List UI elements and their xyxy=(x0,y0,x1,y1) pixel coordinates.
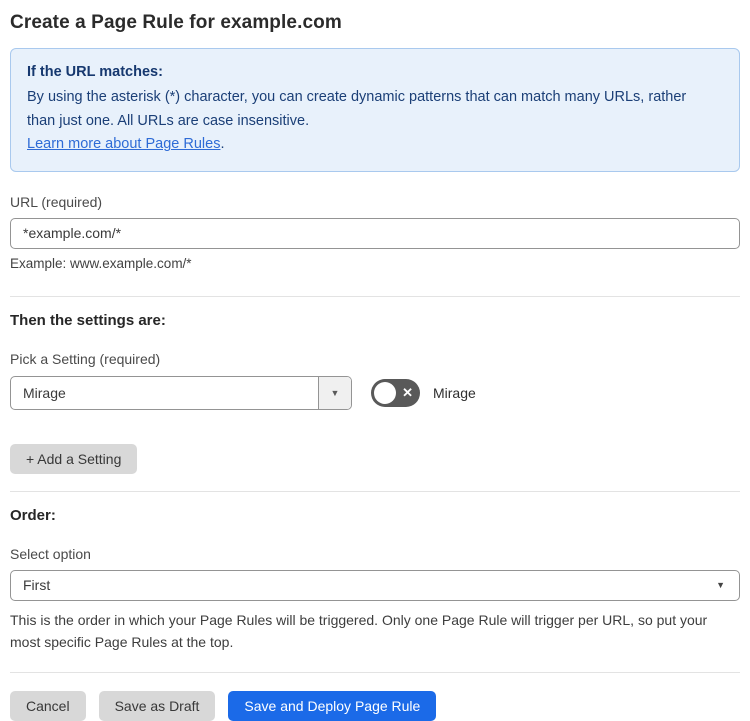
order-select[interactable]: First ▼ xyxy=(10,569,740,601)
chevron-down-icon: ▼ xyxy=(330,387,340,398)
setting-dropdown-arrow-button[interactable]: ▼ xyxy=(318,376,351,409)
order-select-value: First xyxy=(23,577,51,594)
setting-dropdown[interactable]: Mirage ▼ xyxy=(10,375,352,410)
footer-actions: Cancel Save as Draft Save and Deploy Pag… xyxy=(10,690,740,721)
toggle-label: Mirage xyxy=(433,384,476,401)
info-box-heading: If the URL matches: xyxy=(27,64,163,80)
add-setting-button[interactable]: + Add a Setting xyxy=(10,443,138,474)
order-heading: Order: xyxy=(10,506,56,524)
setting-dropdown-value: Mirage xyxy=(23,384,66,401)
page-title: Create a Page Rule for example.com xyxy=(10,12,342,33)
save-and-deploy-button[interactable]: Save and Deploy Page Rule xyxy=(228,690,437,721)
order-help-text: This is the order in which your Page Rul… xyxy=(10,611,708,651)
divider-settings xyxy=(10,295,740,297)
url-example-hint: Example: www.example.com/* xyxy=(10,255,192,271)
url-field-label: URL (required) xyxy=(10,193,103,210)
url-input[interactable] xyxy=(10,217,740,249)
info-box-link-line: Learn more about Page Rules. xyxy=(27,133,723,156)
page-rule-form: Create a Page Rule for example.com If th… xyxy=(0,0,750,721)
mirage-toggle[interactable]: ✕ xyxy=(371,378,420,407)
order-select-label: Select option xyxy=(10,545,91,562)
toggle-off-x-icon: ✕ xyxy=(402,385,413,401)
divider-footer xyxy=(10,671,740,673)
info-box-body: By using the asterisk (*) character, you… xyxy=(27,89,687,129)
pick-setting-label: Pick a Setting (required) xyxy=(10,350,161,367)
divider-order xyxy=(10,490,740,492)
select-chevron-down-icon: ▼ xyxy=(716,580,725,591)
link-period: . xyxy=(220,136,225,153)
settings-heading: Then the settings are: xyxy=(10,311,166,329)
cancel-button[interactable]: Cancel xyxy=(10,690,86,721)
save-as-draft-button[interactable]: Save as Draft xyxy=(98,690,216,721)
toggle-knob xyxy=(374,381,396,404)
url-match-info-box: If the URL matches: By using the asteris… xyxy=(10,48,740,172)
setting-row: Mirage ▼ ✕ Mirage xyxy=(10,375,740,410)
learn-more-link[interactable]: Learn more about Page Rules xyxy=(27,136,220,152)
